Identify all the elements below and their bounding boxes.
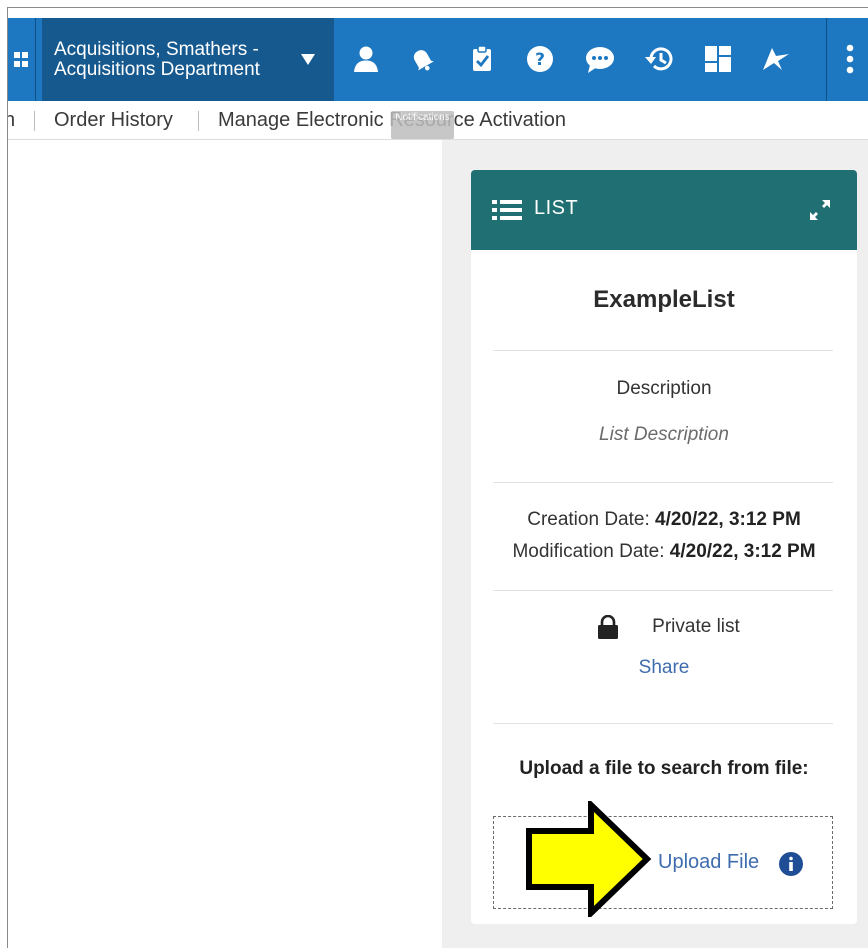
divider: [493, 723, 833, 724]
caret-down-icon: [301, 54, 315, 65]
help-icon[interactable]: ?: [520, 39, 560, 79]
creation-date-row: Creation Date: 4/20/22, 3:12 PM: [471, 509, 857, 531]
modification-date-value: 4/20/22, 3:12 PM: [669, 541, 816, 562]
creation-date-label: Creation Date:: [527, 509, 650, 530]
plane-icon[interactable]: [756, 39, 796, 79]
nav-separator: [34, 111, 35, 131]
list-card-title: LIST: [534, 197, 579, 219]
description-value: List Description: [599, 424, 729, 445]
description-label: Description: [616, 378, 712, 399]
history-icon[interactable]: [640, 39, 680, 79]
info-icon[interactable]: [778, 851, 804, 877]
more-icon[interactable]: [834, 39, 866, 79]
tasks-icon[interactable]: [462, 39, 502, 79]
modification-date-label: Modification Date:: [512, 541, 665, 562]
nav-link-truncated[interactable]: n: [8, 109, 15, 132]
institution-selector[interactable]: Acquisitions, Smathers - Acquisitions De…: [42, 18, 334, 101]
institution-name-line2: Acquisitions Department: [54, 58, 260, 80]
bell-icon[interactable]: [402, 39, 442, 79]
list-icon: [492, 200, 522, 220]
grid-icon[interactable]: [8, 18, 34, 101]
divider: [493, 482, 833, 483]
divider: [493, 590, 833, 591]
chat-icon[interactable]: [580, 39, 620, 79]
topbar-separator: [35, 18, 36, 101]
nav-link-order-history[interactable]: Order History: [54, 109, 173, 132]
svg-text:?: ?: [535, 50, 545, 70]
modification-date-row: Modification Date: 4/20/22, 3:12 PM: [471, 541, 857, 563]
app-window: Acquisitions, Smathers - Acquisitions De…: [7, 7, 868, 948]
expand-icon[interactable]: [807, 197, 833, 223]
list-card-header: LIST: [471, 170, 857, 250]
nav-separator: [198, 111, 199, 131]
upload-file-link[interactable]: Upload File: [658, 851, 759, 874]
user-icon[interactable]: [346, 39, 386, 79]
top-bar: Acquisitions, Smathers - Acquisitions De…: [8, 18, 868, 101]
upload-prompt: Upload a file to search from file:: [519, 758, 809, 779]
topbar-separator: [826, 18, 827, 101]
annotation-arrow-icon: [526, 801, 652, 917]
dashboard-icon[interactable]: [698, 39, 738, 79]
share-link[interactable]: Share: [471, 657, 857, 679]
creation-date-value: 4/20/22, 3:12 PM: [655, 509, 801, 530]
institution-name-line1: Acquisitions, Smathers -: [54, 38, 259, 60]
privacy-status: Private list: [652, 616, 740, 637]
notifications-tooltip: Notifications: [391, 111, 454, 139]
list-name: ExampleList: [593, 286, 735, 313]
divider: [493, 350, 833, 351]
